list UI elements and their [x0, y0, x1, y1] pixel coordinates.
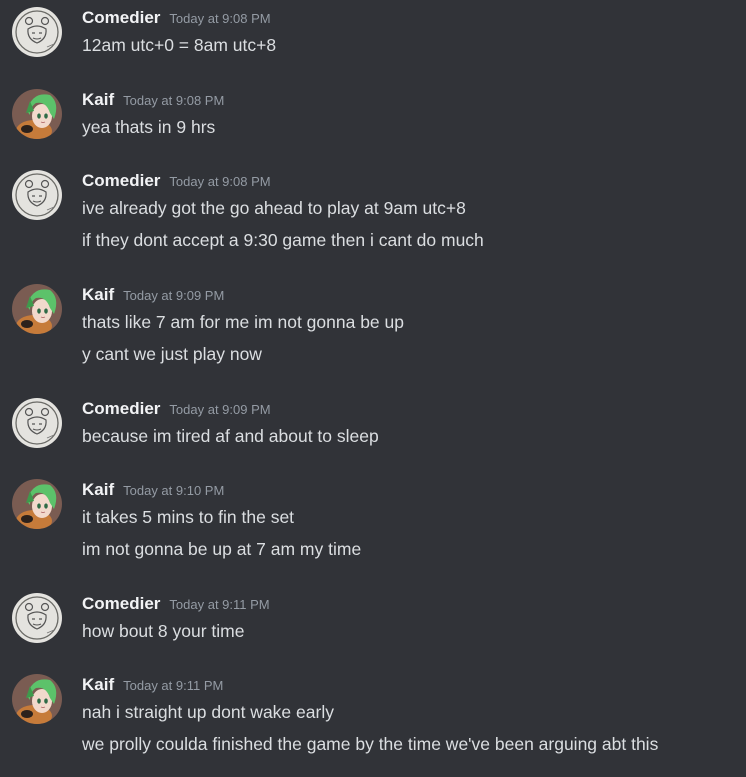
timestamp[interactable]: Today at 9:08 PM	[123, 93, 224, 108]
username[interactable]: Kaif	[82, 285, 114, 304]
message-header: Kaif Today at 9:11 PM	[82, 674, 223, 696]
anime-green-hair-avatar-icon[interactable]	[12, 89, 62, 139]
anime-green-hair-avatar-icon[interactable]	[12, 674, 62, 724]
message-text: yea thats in 9 hrs	[82, 117, 216, 137]
timestamp[interactable]: Today at 9:09 PM	[169, 402, 270, 417]
message-header: Kaif Today at 9:08 PM	[82, 89, 224, 111]
anime-green-hair-avatar-icon[interactable]	[12, 284, 62, 334]
sketch-face-avatar-icon[interactable]	[12, 593, 62, 643]
sketch-face-avatar-icon[interactable]	[12, 398, 62, 448]
username[interactable]: Kaif	[82, 675, 114, 694]
timestamp[interactable]: Today at 9:11 PM	[169, 597, 269, 612]
timestamp[interactable]: Today at 9:08 PM	[169, 174, 270, 189]
sketch-face-avatar-icon[interactable]	[12, 170, 62, 220]
message-text: ive already got the go ahead to play at …	[82, 198, 466, 218]
message-text: because im tired af and about to sleep	[82, 426, 379, 446]
timestamp[interactable]: Today at 9:10 PM	[123, 483, 224, 498]
sketch-face-avatar-icon[interactable]	[12, 7, 62, 57]
message-text: y cant we just play now	[82, 344, 262, 364]
username[interactable]: Kaif	[82, 480, 114, 499]
timestamp[interactable]: Today at 9:08 PM	[169, 11, 270, 26]
username[interactable]: Comedier	[82, 171, 160, 190]
message-header: Comedier Today at 9:08 PM	[82, 7, 271, 29]
anime-green-hair-avatar-icon[interactable]	[12, 479, 62, 529]
message-header: Comedier Today at 9:11 PM	[82, 593, 270, 615]
message-text: how bout 8 your time	[82, 621, 245, 641]
message-text: it takes 5 mins to fin the set	[82, 507, 295, 527]
message-header: Comedier Today at 9:09 PM	[82, 398, 271, 420]
message-text: we prolly coulda finished the game by th…	[82, 734, 659, 754]
username[interactable]: Comedier	[82, 594, 160, 613]
message-header: Kaif Today at 9:10 PM	[82, 479, 224, 501]
message-text: if they dont accept a 9:30 game then i c…	[82, 230, 484, 250]
message-text: thats like 7 am for me im not gonna be u…	[82, 312, 404, 332]
message-header: Kaif Today at 9:09 PM	[82, 284, 224, 306]
username[interactable]: Kaif	[82, 90, 114, 109]
message-text: 12am utc+0 = 8am utc+8	[82, 35, 277, 55]
message-text: im not gonna be up at 7 am my time	[82, 539, 362, 559]
message-text: nah i straight up dont wake early	[82, 702, 334, 722]
timestamp[interactable]: Today at 9:11 PM	[123, 678, 223, 693]
username[interactable]: Comedier	[82, 8, 160, 27]
username[interactable]: Comedier	[82, 399, 160, 418]
message-header: Comedier Today at 9:08 PM	[82, 170, 271, 192]
timestamp[interactable]: Today at 9:09 PM	[123, 288, 224, 303]
